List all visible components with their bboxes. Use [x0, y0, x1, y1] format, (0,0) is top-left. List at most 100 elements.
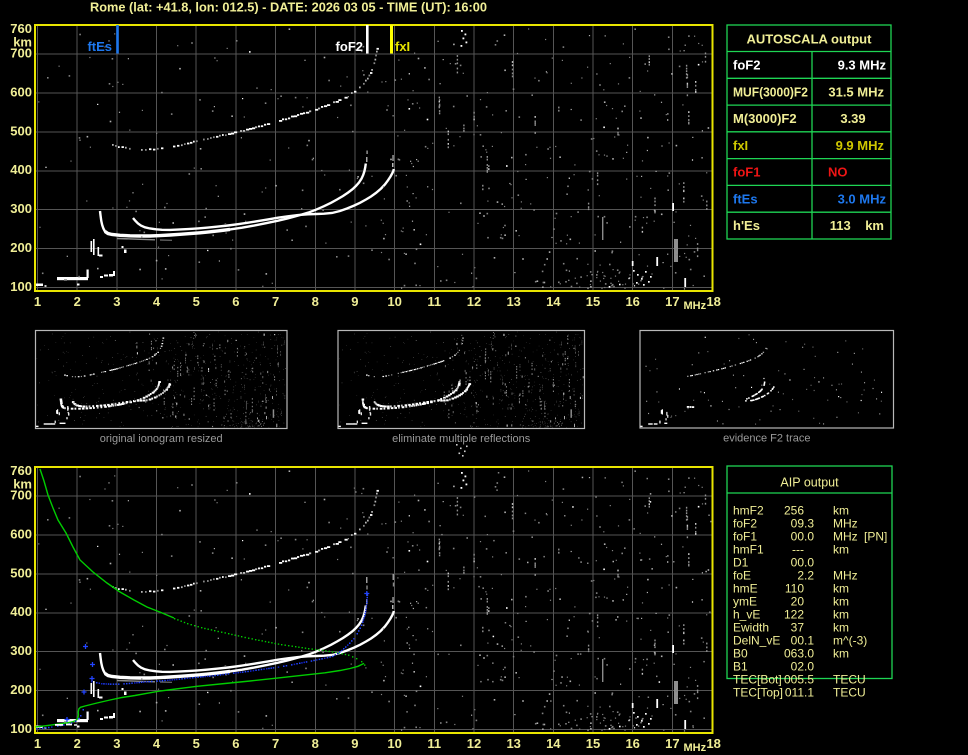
svg-text:NO: NO: [828, 165, 848, 180]
svg-text:.0: .0: [804, 556, 814, 570]
svg-text:TEC[Top]: TEC[Top]: [733, 686, 783, 700]
svg-text:500: 500: [10, 565, 32, 580]
svg-text:17: 17: [665, 294, 679, 309]
svg-text:MHz: MHz: [684, 300, 707, 312]
svg-text:hmE: hmE: [733, 582, 758, 596]
svg-text:km: km: [833, 608, 849, 622]
svg-text:7: 7: [272, 294, 279, 309]
svg-text:5: 5: [193, 736, 200, 751]
svg-text:122: 122: [784, 608, 804, 622]
svg-text:ftEs: ftEs: [733, 191, 758, 206]
svg-text:m^(-3): m^(-3): [833, 634, 867, 648]
svg-text:original ionogram resized: original ionogram resized: [100, 433, 223, 445]
svg-text:17: 17: [665, 736, 679, 751]
svg-text:ymE: ymE: [733, 595, 757, 609]
svg-text:3: 3: [113, 294, 120, 309]
svg-text:7: 7: [272, 736, 279, 751]
svg-text:37: 37: [791, 621, 805, 635]
svg-text:6: 6: [232, 736, 239, 751]
svg-text:1: 1: [34, 294, 41, 309]
svg-text:km: km: [833, 595, 849, 609]
svg-text:3.39: 3.39: [840, 111, 865, 126]
svg-text:110: 110: [785, 582, 804, 596]
svg-text:00: 00: [791, 634, 805, 648]
svg-text:.1: .1: [804, 686, 814, 700]
svg-text:TECU: TECU: [833, 686, 866, 700]
svg-text:16: 16: [625, 736, 639, 751]
svg-text:00: 00: [791, 530, 805, 544]
svg-text:700: 700: [10, 46, 32, 61]
svg-text:11: 11: [427, 294, 441, 309]
svg-text:km: km: [833, 543, 849, 557]
svg-text:TECU: TECU: [833, 673, 866, 687]
svg-text:10: 10: [387, 736, 401, 751]
svg-text:.1: .1: [804, 634, 814, 648]
svg-text:13: 13: [506, 294, 520, 309]
svg-text:9: 9: [351, 736, 358, 751]
svg-text:4: 4: [153, 294, 161, 309]
svg-text:km: km: [833, 621, 849, 635]
svg-text:3: 3: [113, 736, 120, 751]
svg-text:---: ---: [792, 543, 804, 557]
svg-text:TEC[Bot]: TEC[Bot]: [733, 673, 782, 687]
svg-text:2: 2: [74, 736, 81, 751]
svg-text:12: 12: [467, 294, 481, 309]
svg-text:.2: .2: [804, 569, 814, 583]
svg-text:km: km: [833, 504, 849, 518]
svg-text:005: 005: [784, 673, 804, 687]
svg-text:16: 16: [625, 294, 639, 309]
svg-text:h'Es: h'Es: [733, 218, 760, 233]
svg-text:km: km: [833, 582, 849, 596]
svg-text:AUTOSCALA output: AUTOSCALA output: [747, 32, 873, 47]
svg-text:100: 100: [10, 279, 32, 294]
svg-text:MHz: MHz: [833, 530, 858, 544]
svg-text:MHz: MHz: [833, 517, 858, 531]
svg-text:3.0 MHz: 3.0 MHz: [838, 191, 887, 206]
svg-text:8: 8: [312, 294, 319, 309]
svg-text:31.5 MHz: 31.5 MHz: [828, 84, 884, 99]
svg-text:400: 400: [10, 162, 32, 177]
svg-text:13: 13: [506, 736, 520, 751]
svg-text:18: 18: [706, 294, 720, 309]
svg-text:.0: .0: [804, 647, 814, 661]
svg-text:MHz: MHz: [833, 569, 858, 583]
svg-text:hmF2: hmF2: [733, 504, 764, 518]
svg-text:600: 600: [10, 527, 32, 542]
svg-text:18: 18: [706, 736, 720, 751]
svg-text:113 km: 113 km: [830, 218, 884, 233]
svg-text:2: 2: [74, 294, 81, 309]
svg-text:700: 700: [10, 488, 32, 503]
svg-text:8: 8: [312, 736, 319, 751]
svg-text:200: 200: [10, 240, 32, 255]
svg-text:300: 300: [10, 643, 32, 658]
svg-text:200: 200: [10, 682, 32, 697]
svg-text:h_vE: h_vE: [733, 608, 760, 622]
svg-text:9: 9: [351, 294, 358, 309]
svg-text:B0: B0: [733, 647, 748, 661]
svg-text:MUF(3000)F2: MUF(3000)F2: [733, 84, 808, 99]
svg-text:14: 14: [546, 294, 561, 309]
svg-text:Rome (lat: +41.8, lon: 012.5): Rome (lat: +41.8, lon: 012.5) - DATE: 20…: [90, 0, 487, 15]
svg-text:M(3000)F2: M(3000)F2: [733, 111, 797, 126]
svg-text:hmF1: hmF1: [733, 543, 764, 557]
svg-text:11: 11: [427, 736, 441, 751]
svg-text:300: 300: [10, 201, 32, 216]
svg-text:fxI: fxI: [733, 138, 748, 153]
svg-text:DelN_vE: DelN_vE: [733, 634, 780, 648]
svg-text:1: 1: [34, 736, 41, 751]
svg-text:600: 600: [10, 85, 32, 100]
svg-text:12: 12: [467, 736, 481, 751]
svg-text:100: 100: [10, 721, 32, 736]
svg-text:02: 02: [791, 660, 805, 674]
svg-text:5: 5: [193, 294, 200, 309]
svg-text:ftEs: ftEs: [87, 39, 112, 54]
svg-text:foF1: foF1: [733, 165, 760, 180]
svg-text:063: 063: [784, 647, 804, 661]
svg-text:foF2: foF2: [336, 39, 363, 54]
svg-text:011: 011: [785, 686, 804, 700]
svg-text:400: 400: [10, 604, 32, 619]
svg-text:9.9 MHz: 9.9 MHz: [836, 138, 885, 153]
svg-text:fxI: fxI: [395, 39, 410, 54]
svg-text:foE: foE: [733, 569, 751, 583]
svg-text:foF1: foF1: [733, 530, 757, 544]
